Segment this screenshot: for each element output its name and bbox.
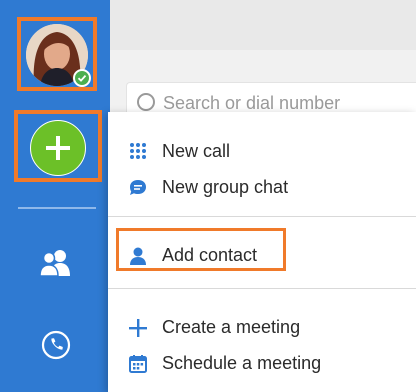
plus-icon xyxy=(129,319,147,337)
menu-label-new-group-chat: New group chat xyxy=(162,177,289,197)
calls-nav-button[interactable] xyxy=(41,330,71,360)
plus-icon xyxy=(46,136,70,160)
people-icon xyxy=(39,250,70,277)
menu-label-create-meeting: Create a meeting xyxy=(162,317,301,337)
presence-available-icon xyxy=(73,69,91,87)
menu-divider xyxy=(108,216,416,217)
add-button[interactable] xyxy=(30,120,86,176)
new-action-menu: New call New group chat Add contact Crea… xyxy=(108,112,416,392)
top-bar xyxy=(110,0,416,50)
search-placeholder: Search or dial number xyxy=(163,93,341,113)
person-icon xyxy=(130,247,146,265)
menu-item-schedule-meeting[interactable]: Schedule a meeting xyxy=(108,346,416,382)
nav-divider xyxy=(18,207,96,209)
menu-label-add-contact: Add contact xyxy=(162,245,258,265)
menu-divider xyxy=(108,288,416,289)
menu-item-new-group-chat[interactable]: New group chat xyxy=(108,170,416,206)
menu-label-new-call: New call xyxy=(162,141,231,161)
contacts-nav-button[interactable] xyxy=(38,249,72,277)
avatar-highlight xyxy=(17,17,97,91)
phone-icon xyxy=(41,330,71,360)
add-button-highlight xyxy=(14,110,102,182)
calendar-icon xyxy=(129,355,147,373)
menu-item-create-meeting[interactable]: Create a meeting xyxy=(108,310,416,346)
menu-item-add-contact[interactable]: Add contact xyxy=(108,238,416,274)
sidebar xyxy=(0,0,110,392)
dialpad-icon xyxy=(130,143,146,159)
menu-label-schedule-meeting: Schedule a meeting xyxy=(162,353,322,373)
chat-bubble-icon xyxy=(130,180,146,195)
menu-item-new-call[interactable]: New call xyxy=(108,134,416,170)
